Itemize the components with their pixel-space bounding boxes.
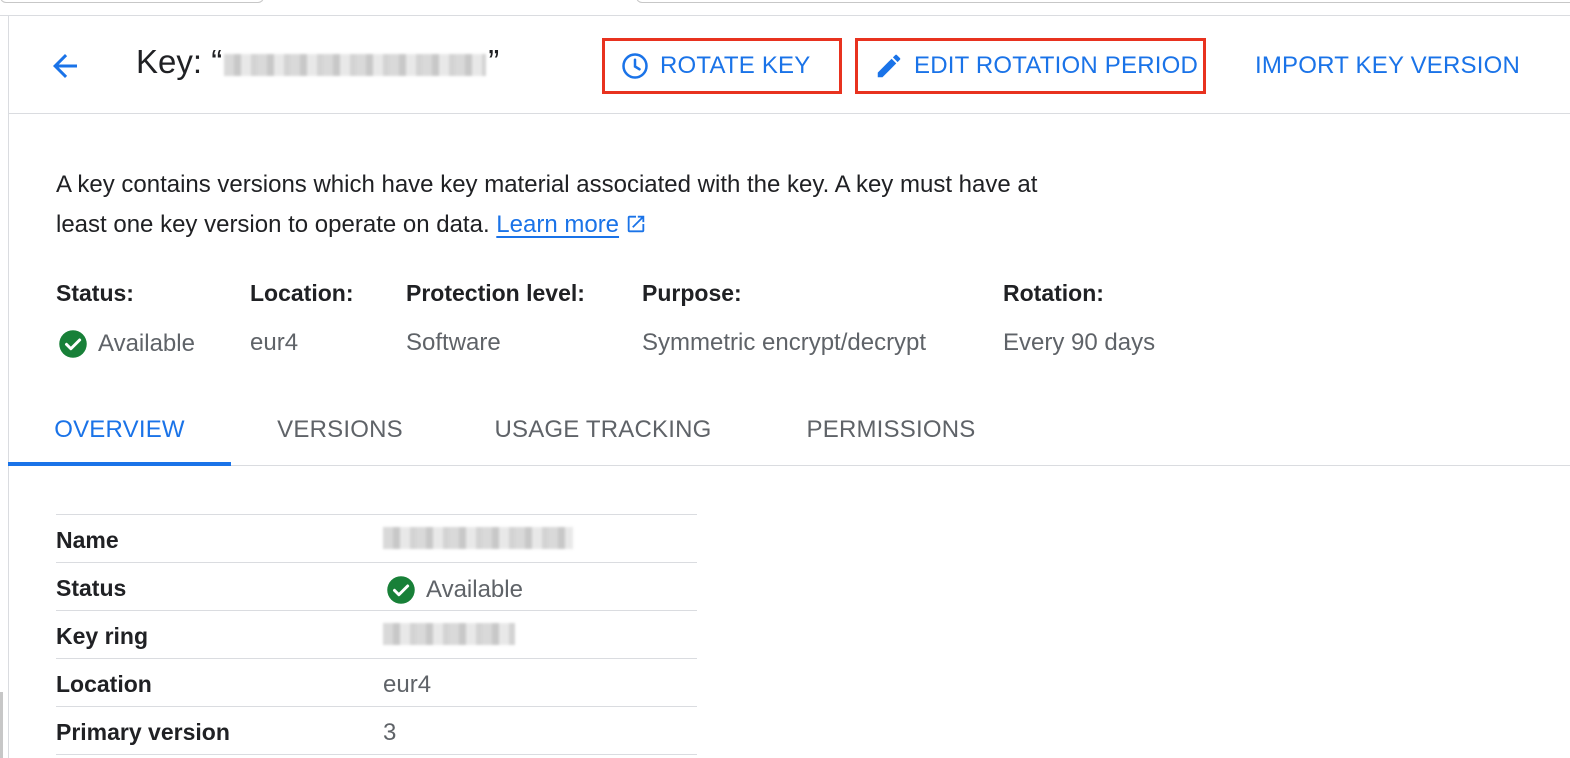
rotate-key-label: ROTATE KEY [660, 52, 811, 79]
open-in-new-icon[interactable] [625, 213, 647, 235]
row-label: Location [56, 671, 152, 697]
row-value [383, 527, 573, 549]
edit-rotation-period-label: EDIT ROTATION PERIOD [914, 52, 1199, 79]
browser-tab-edge [636, 0, 1570, 3]
tab-versions[interactable]: VERSIONS [258, 394, 422, 465]
clock-icon [622, 53, 648, 79]
property-label: Status: [56, 280, 134, 306]
tab-bar: OVERVIEW VERSIONS USAGE TRACKING PERMISS… [8, 394, 1570, 466]
property-value: Every 90 days [1003, 329, 1156, 356]
property-label: Rotation: [1003, 280, 1104, 306]
import-key-version-label: IMPORT KEY VERSION [1255, 52, 1521, 79]
tab-usage-tracking[interactable]: USAGE TRACKING [478, 394, 728, 465]
tab-overview[interactable]: OVERVIEW [8, 394, 231, 466]
check-circle-icon [387, 576, 415, 604]
browser-tab-edge [0, 0, 264, 3]
property-status: Status: Available [56, 280, 195, 359]
page-title: Key: “ ” [136, 43, 499, 81]
property-label: Location: [250, 280, 354, 306]
pencil-icon [877, 54, 901, 78]
tab-permissions[interactable]: PERMISSIONS [786, 394, 996, 465]
property-protection-level: Protection level: Software [406, 280, 585, 357]
table-row: Location eur4 [56, 659, 697, 707]
row-label: Key ring [56, 623, 149, 649]
property-label: Purpose: [642, 280, 742, 306]
back-button[interactable] [45, 46, 85, 86]
property-value: eur4 [250, 329, 299, 356]
rotate-key-button[interactable]: ROTATE KEY [602, 38, 842, 94]
left-divider [8, 16, 9, 758]
property-purpose: Purpose: Symmetric encrypt/decrypt [642, 280, 926, 357]
table-row: Key ring [56, 611, 697, 659]
table-row: Primary version 3 [56, 707, 697, 755]
arrow-back-icon [53, 54, 77, 78]
learn-more-link[interactable]: Learn more [496, 211, 619, 238]
row-label: Status [56, 575, 127, 601]
row-value: 3 [383, 719, 397, 746]
check-circle-icon [59, 330, 87, 358]
property-value: Software [406, 329, 501, 356]
redacted-name-value [383, 527, 573, 549]
status-value: Available [426, 576, 523, 603]
table-row: Status Available [56, 563, 697, 611]
row-value: eur4 [383, 671, 432, 698]
property-location: Location: eur4 [250, 280, 354, 357]
row-value: Available [386, 575, 523, 605]
page-title-prefix: Key: “ [136, 43, 223, 80]
row-value [383, 623, 515, 645]
status-value: Available [98, 330, 195, 357]
table-row: Name [56, 515, 697, 563]
property-rotation: Rotation: Every 90 days [1003, 280, 1155, 357]
import-key-version-button[interactable]: IMPORT KEY VERSION [1255, 38, 1525, 94]
redacted-key-name [224, 54, 487, 76]
row-label: Name [56, 527, 119, 553]
key-description: A key contains versions which have key m… [56, 165, 1056, 245]
browser-top-strip [0, 0, 1570, 16]
learn-more-label: Learn more [496, 211, 620, 238]
property-label: Protection level: [406, 280, 585, 306]
page-title-suffix: ” [488, 43, 500, 80]
details-table: Name Status Available Key ring Location … [56, 514, 697, 755]
property-value: Symmetric encrypt/decrypt [642, 329, 927, 356]
page-header: Key: “” ROTATE KEY EDIT ROTATION PERIOD … [9, 16, 1570, 114]
row-label: Primary version [56, 719, 230, 745]
edit-rotation-period-button[interactable]: EDIT ROTATION PERIOD [855, 38, 1206, 94]
left-scroll-mark [0, 692, 3, 758]
property-value: Available [58, 329, 195, 359]
redacted-key-ring-value [383, 623, 515, 645]
